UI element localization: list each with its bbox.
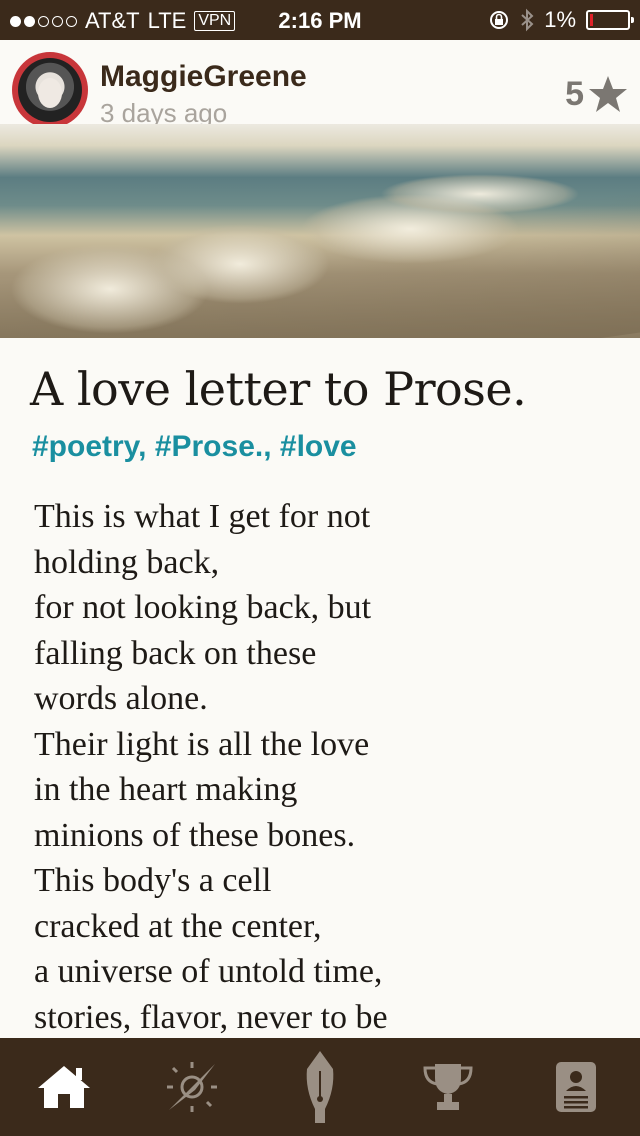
tab-explore[interactable]: [128, 1038, 256, 1136]
tab-write[interactable]: [256, 1038, 384, 1136]
compass-icon[interactable]: [165, 1060, 219, 1114]
post-content: A love letter to Prose. #poetry, #Prose.…: [0, 338, 640, 1038]
poem-line: words alone.: [34, 680, 208, 717]
star-rating[interactable]: 5: [565, 74, 628, 114]
trophy-icon[interactable]: [421, 1060, 475, 1114]
battery-percent: 1%: [544, 7, 576, 32]
author-name[interactable]: MaggieGreene: [100, 60, 307, 94]
poem-line: a universe of untold time,: [34, 953, 383, 990]
profile-icon[interactable]: [555, 1061, 597, 1113]
post-tags[interactable]: #poetry, #Prose., #love: [32, 430, 357, 464]
star-count: 5: [565, 74, 584, 113]
battery-icon: [586, 10, 634, 30]
poem-line: falling back on these: [34, 634, 317, 672]
tab-leaderboard[interactable]: [384, 1038, 512, 1136]
pen-nib-icon[interactable]: [303, 1049, 337, 1125]
tab-profile[interactable]: [512, 1038, 640, 1136]
tab-home[interactable]: [0, 1038, 128, 1136]
poem-line: holding back,: [34, 543, 220, 581]
avatar[interactable]: [12, 52, 88, 128]
post-title: A love letter to Prose.: [30, 362, 527, 416]
poem-body: This is what I get for not holding back,…: [34, 494, 594, 1038]
poem-line: stories, flavor, never to be: [34, 998, 388, 1036]
star-icon[interactable]: [588, 74, 628, 114]
poem-line: cracked at the center,: [34, 907, 322, 945]
poem-line: for not looking back, but: [34, 589, 372, 626]
status-bar: AT&T LTE VPN 2:16 PM 1%: [0, 0, 640, 40]
post-cover-image: [0, 124, 640, 338]
poem-line: Their light is all the love: [34, 725, 370, 763]
post-header: MaggieGreene 3 days ago 5: [0, 40, 640, 128]
poem-line: This is what I get for not: [34, 498, 371, 535]
poem-line: minions of these bones.: [34, 816, 356, 854]
poem-line: in the heart making: [34, 771, 298, 808]
rotation-lock-icon: [490, 11, 509, 29]
bluetooth-icon: [521, 8, 534, 32]
home-icon[interactable]: [36, 1062, 92, 1112]
poem-line: This body's a cell: [34, 862, 272, 899]
tab-bar: [0, 1038, 640, 1136]
